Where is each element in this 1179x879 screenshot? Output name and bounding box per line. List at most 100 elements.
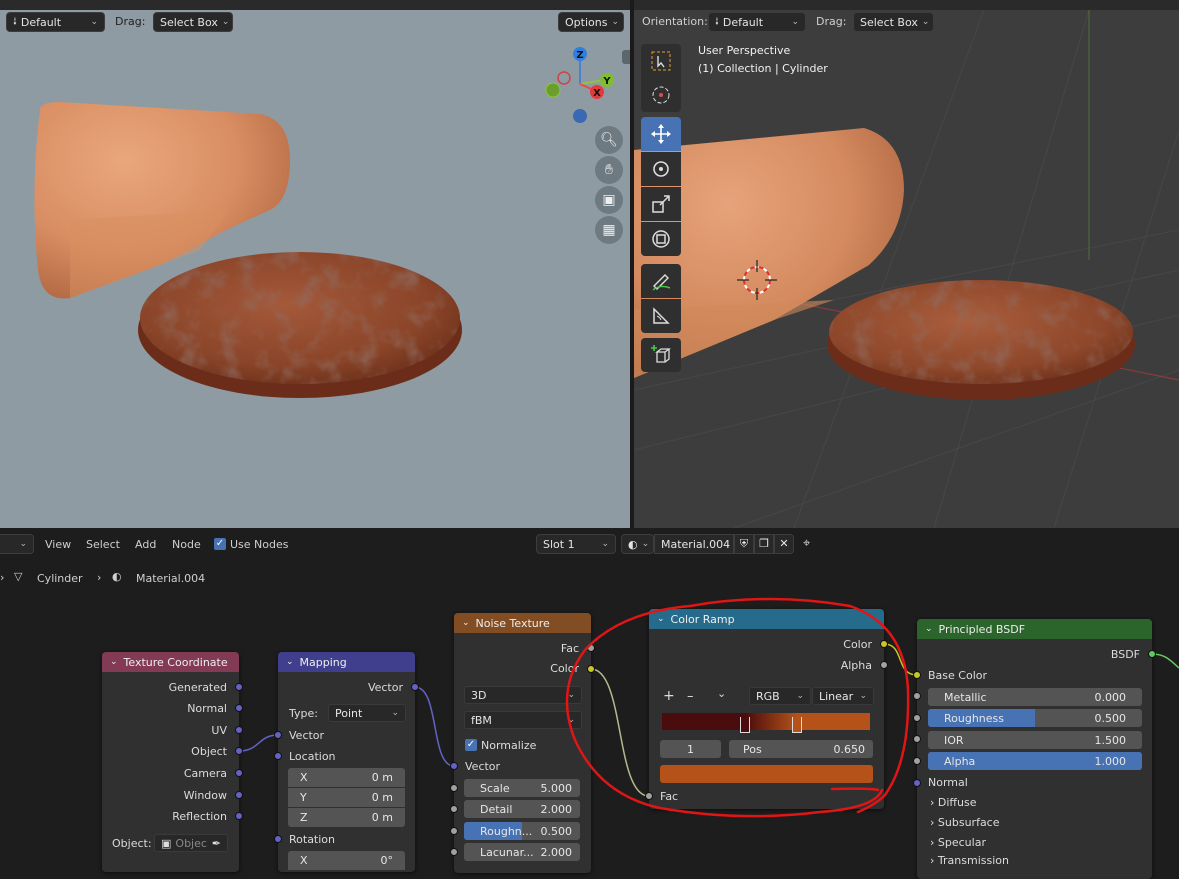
stop-color-swatch[interactable] [660, 765, 873, 783]
ior-field[interactable]: IOR 1.500 [928, 731, 1142, 749]
socket-ramp-fac[interactable] [645, 792, 653, 800]
color-mode-dropdown[interactable]: RGB ⌄ [749, 687, 811, 705]
options-dropdown[interactable]: Options ⌄ [558, 12, 624, 32]
socket-window[interactable] [235, 791, 243, 799]
socket-detail[interactable] [450, 805, 458, 813]
collapse-icon[interactable]: ⌄ [286, 657, 294, 667]
type-dropdown[interactable]: Point ⌄ [328, 704, 406, 722]
close-icon[interactable]: ✕ [774, 534, 794, 554]
collapse-icon[interactable]: ⌄ [657, 614, 665, 624]
socket-scale[interactable] [450, 784, 458, 792]
socket-uv[interactable] [235, 726, 243, 734]
texture-coordinate-node[interactable]: ⌄ Texture Coordinate Generated Normal UV … [102, 652, 239, 872]
alpha-field[interactable]: Alpha 1.000 [928, 752, 1142, 770]
socket-generated[interactable] [235, 683, 243, 691]
object-field[interactable]: ▣ Objec ✒ [154, 834, 228, 852]
socket-rotation[interactable] [274, 835, 282, 843]
socket-roughness[interactable] [450, 827, 458, 835]
color-ramp-node[interactable]: ⌄ Color Ramp Color Alpha + – ⌄ RGB ⌄ Linea… [649, 609, 884, 809]
orientation-dropdown-right[interactable]: ⭭ Default ⌄ [708, 12, 806, 32]
hand-icon[interactable]: ✋︎ [595, 156, 623, 184]
socket-normal[interactable] [913, 779, 921, 787]
editor-type-dropdown[interactable]: ⌄ [0, 534, 34, 554]
socket-camera[interactable] [235, 769, 243, 777]
mapping-node[interactable]: ⌄ Mapping Vector Type: Point ⌄ Vector Loca… [278, 652, 415, 872]
color-stop-0[interactable] [740, 717, 751, 733]
drag-dropdown-left[interactable]: Select Box ⌄ [153, 12, 233, 32]
socket-base-color[interactable] [913, 671, 921, 679]
socket-ramp-color[interactable] [880, 640, 888, 648]
noise-type-dropdown[interactable]: fBM ⌄ [464, 711, 582, 729]
interpolation-dropdown[interactable]: Linear ⌄ [812, 687, 874, 705]
panel-transmission[interactable]: › Transmission [930, 854, 1009, 867]
collapse-icon[interactable]: ⌄ [110, 657, 118, 667]
use-nodes-checkbox[interactable]: ✓ [214, 538, 226, 550]
socket-noise-vector[interactable] [450, 762, 458, 770]
scale-tool[interactable] [641, 187, 681, 221]
collapse-icon[interactable]: ⌄ [462, 618, 470, 628]
color-stop-1[interactable] [792, 717, 803, 733]
zoom-icon[interactable]: 🔍︎ [595, 126, 623, 154]
socket-roughness[interactable] [913, 714, 921, 722]
location-z-field[interactable]: Z0 m [288, 808, 405, 827]
roughness-field[interactable]: Roughness 0.500 [928, 709, 1142, 727]
copy-icon[interactable]: ❐ [754, 534, 774, 554]
pin-icon[interactable]: ⌖ [803, 536, 810, 551]
metallic-field[interactable]: Metallic 0.000 [928, 688, 1142, 706]
socket-mapping-in[interactable] [274, 731, 282, 739]
viewport-right[interactable]: User Perspective (1) Collection | Cylind… [634, 10, 1179, 528]
axis-gizmo[interactable]: Z Y X [545, 44, 615, 124]
collapse-arrow-icon[interactable] [622, 50, 630, 64]
shield-icon[interactable]: ⛨ [734, 534, 754, 554]
socket-reflection[interactable] [235, 812, 243, 820]
annotate-tool[interactable] [641, 264, 681, 298]
select-box-tool[interactable] [641, 44, 681, 78]
camera-icon[interactable]: ▣ [595, 186, 623, 214]
socket-mapping-out[interactable] [411, 683, 419, 691]
noise-texture-node[interactable]: ⌄ Noise Texture Fac Color 3D ⌄ fBM ⌄ ✓ Norm… [454, 613, 591, 873]
add-cube-tool[interactable] [641, 338, 681, 372]
dimensions-dropdown[interactable]: 3D ⌄ [464, 686, 582, 704]
scale-field[interactable]: Scale 5.000 [464, 779, 580, 797]
move-tool[interactable] [641, 117, 681, 151]
eyedropper-icon[interactable]: ✒ [212, 837, 221, 850]
stop-index-field[interactable]: 1 [660, 740, 721, 758]
lacunarity-field[interactable]: Lacunar... 2.000 [464, 843, 580, 861]
panel-subsurface[interactable]: › Subsurface [930, 816, 1000, 829]
remove-stop-button[interactable]: – [687, 689, 694, 704]
stop-position-field[interactable]: Pos 0.650 [729, 740, 873, 758]
socket-object[interactable] [235, 747, 243, 755]
socket-bsdf-out[interactable] [1148, 650, 1156, 658]
rotate-tool[interactable] [641, 152, 681, 186]
grid-icon[interactable]: ▦ [595, 216, 623, 244]
material-name-field[interactable]: Material.004 [654, 534, 734, 554]
menu-view[interactable]: View [45, 538, 71, 551]
transform-tool[interactable] [641, 222, 681, 256]
menu-add[interactable]: Add [135, 538, 156, 551]
location-y-field[interactable]: Y0 m [288, 788, 405, 807]
drag-dropdown-right[interactable]: Select Box ⌄ [853, 12, 934, 32]
socket-ramp-alpha[interactable] [880, 661, 888, 669]
socket-fac-out[interactable] [587, 644, 595, 652]
socket-metallic[interactable] [913, 692, 921, 700]
menu-node[interactable]: Node [172, 538, 201, 551]
socket-alpha[interactable] [913, 757, 921, 765]
detail-field[interactable]: Detail 2.000 [464, 800, 580, 818]
location-x-field[interactable]: X0 m [288, 768, 405, 787]
socket-normal[interactable] [235, 704, 243, 712]
panel-diffuse[interactable]: › Diffuse [930, 796, 976, 809]
roughness-field[interactable]: Roughn... 0.500 [464, 822, 580, 840]
rotation-x-field[interactable]: X 0° [288, 851, 405, 870]
add-stop-button[interactable]: + [663, 688, 675, 704]
normalize-checkbox[interactable]: ✓ [465, 739, 477, 751]
menu-select[interactable]: Select [86, 538, 120, 551]
viewport-left[interactable]: Z Y X 🔍︎ ✋︎ ▣ ▦ [0, 10, 630, 528]
socket-lacunarity[interactable] [450, 848, 458, 856]
socket-color-out[interactable] [587, 665, 595, 673]
orientation-dropdown-left[interactable]: ⭭ Default ⌄ [6, 12, 105, 32]
cursor-tool[interactable] [641, 78, 681, 112]
measure-tool[interactable] [641, 299, 681, 333]
slot-dropdown[interactable]: Slot 1 ⌄ [536, 534, 616, 554]
collapse-icon[interactable]: ⌄ [925, 624, 933, 634]
panel-specular[interactable]: › Specular [930, 836, 986, 849]
